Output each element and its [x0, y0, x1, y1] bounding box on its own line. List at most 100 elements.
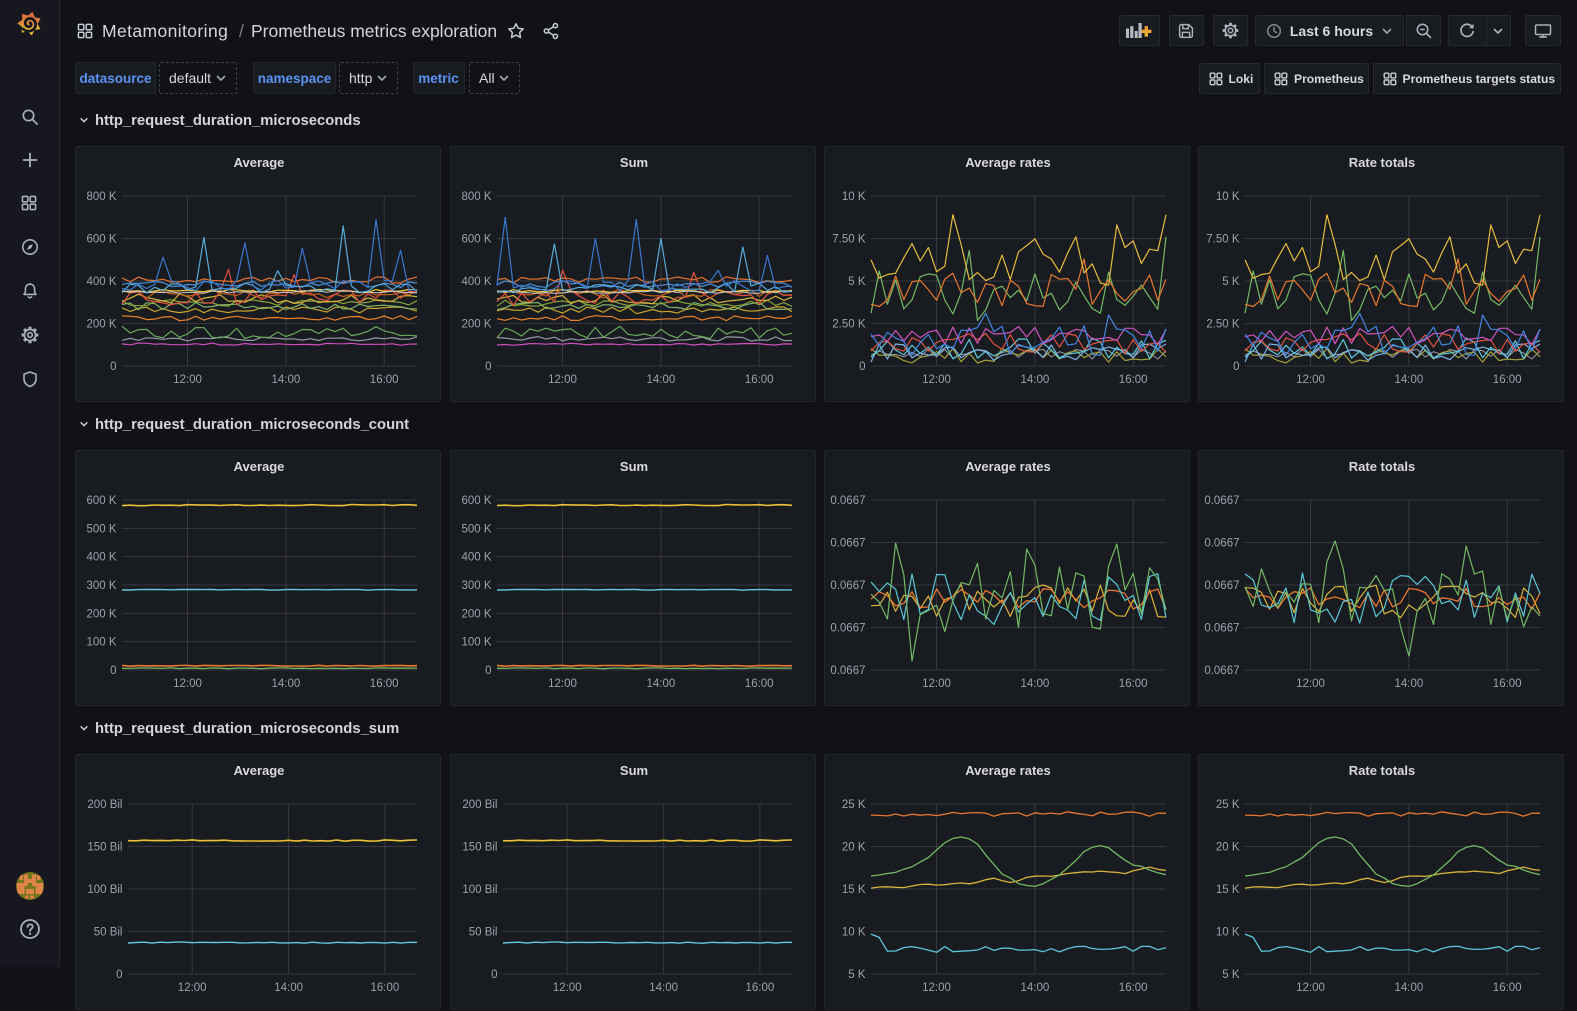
svg-text:5 K: 5 K: [848, 969, 866, 981]
svg-text:12:00: 12:00: [922, 374, 951, 386]
svg-text:600 K: 600 K: [461, 495, 491, 507]
svg-text:12:00: 12:00: [173, 374, 202, 386]
svg-text:14:00: 14:00: [274, 982, 303, 994]
svg-text:14:00: 14:00: [1395, 982, 1424, 994]
svg-text:15 K: 15 K: [842, 884, 866, 896]
svg-text:Average: Average: [234, 459, 285, 474]
svg-text:50 Bil: 50 Bil: [94, 927, 123, 939]
svg-text:16:00: 16:00: [371, 982, 400, 994]
svg-text:14:00: 14:00: [649, 982, 678, 994]
svg-text:150 Bil: 150 Bil: [87, 842, 122, 854]
svg-text:5 K: 5 K: [1222, 276, 1240, 288]
svg-text:0: 0: [1233, 361, 1239, 373]
svg-text:16:00: 16:00: [370, 678, 399, 690]
svg-text:16:00: 16:00: [1119, 678, 1148, 690]
svg-text:0: 0: [116, 969, 122, 981]
svg-text:300 K: 300 K: [461, 580, 491, 592]
svg-text:14:00: 14:00: [1021, 374, 1050, 386]
svg-text:Average: Average: [234, 763, 285, 778]
svg-text:25 K: 25 K: [842, 799, 866, 811]
svg-text:12:00: 12:00: [922, 982, 951, 994]
svg-text:0.0667: 0.0667: [1204, 623, 1239, 635]
svg-text:14:00: 14:00: [1021, 982, 1050, 994]
svg-text:400 K: 400 K: [86, 552, 116, 564]
svg-text:800 K: 800 K: [86, 191, 116, 203]
svg-text:12:00: 12:00: [1296, 374, 1325, 386]
svg-text:500 K: 500 K: [86, 523, 116, 535]
svg-text:200 K: 200 K: [461, 319, 491, 331]
svg-text:14:00: 14:00: [1021, 678, 1050, 690]
svg-text:Rate totals: Rate totals: [1349, 459, 1415, 474]
svg-text:0: 0: [859, 361, 865, 373]
svg-text:10 K: 10 K: [842, 191, 866, 203]
svg-text:100 K: 100 K: [461, 637, 491, 649]
svg-text:16:00: 16:00: [1119, 374, 1148, 386]
svg-text:10 K: 10 K: [1216, 927, 1240, 939]
svg-text:300 K: 300 K: [86, 580, 116, 592]
svg-text:14:00: 14:00: [272, 374, 301, 386]
svg-text:15 K: 15 K: [1216, 884, 1240, 896]
svg-text:2.50 K: 2.50 K: [1206, 319, 1240, 331]
svg-text:200 Bil: 200 Bil: [462, 799, 497, 811]
svg-text:400 K: 400 K: [86, 276, 116, 288]
svg-text:0.0667: 0.0667: [1204, 580, 1239, 592]
svg-text:Sum: Sum: [620, 155, 648, 170]
svg-text:600 K: 600 K: [461, 234, 491, 246]
svg-text:12:00: 12:00: [1296, 982, 1325, 994]
svg-text:14:00: 14:00: [647, 374, 676, 386]
svg-text:0: 0: [485, 665, 491, 677]
svg-text:20 K: 20 K: [1216, 842, 1240, 854]
svg-text:12:00: 12:00: [553, 982, 582, 994]
svg-text:Rate totals: Rate totals: [1349, 763, 1415, 778]
svg-text:16:00: 16:00: [1493, 374, 1522, 386]
svg-text:100 K: 100 K: [86, 637, 116, 649]
svg-text:12:00: 12:00: [548, 374, 577, 386]
svg-text:0.0667: 0.0667: [830, 623, 865, 635]
svg-text:2.50 K: 2.50 K: [832, 319, 866, 331]
svg-text:200 Bil: 200 Bil: [87, 799, 122, 811]
svg-text:0: 0: [491, 969, 497, 981]
svg-text:200 K: 200 K: [86, 319, 116, 331]
svg-text:25 K: 25 K: [1216, 799, 1240, 811]
svg-text:16:00: 16:00: [1493, 982, 1522, 994]
svg-text:0: 0: [485, 361, 491, 373]
svg-text:16:00: 16:00: [746, 982, 775, 994]
svg-text:Average: Average: [234, 155, 285, 170]
svg-text:7.50 K: 7.50 K: [1206, 234, 1240, 246]
svg-text:Sum: Sum: [620, 763, 648, 778]
svg-text:200 K: 200 K: [461, 608, 491, 620]
svg-text:0.0667: 0.0667: [830, 495, 865, 507]
svg-text:14:00: 14:00: [1395, 374, 1424, 386]
svg-text:150 Bil: 150 Bil: [462, 842, 497, 854]
svg-text:0: 0: [110, 665, 116, 677]
svg-text:400 K: 400 K: [461, 276, 491, 288]
svg-text:500 K: 500 K: [461, 523, 491, 535]
svg-text:100 Bil: 100 Bil: [462, 884, 497, 896]
svg-text:600 K: 600 K: [86, 495, 116, 507]
svg-text:12:00: 12:00: [173, 678, 202, 690]
svg-text:16:00: 16:00: [370, 374, 399, 386]
svg-text:20 K: 20 K: [842, 842, 866, 854]
svg-text:14:00: 14:00: [1395, 678, 1424, 690]
svg-text:400 K: 400 K: [461, 552, 491, 564]
svg-text:0.0667: 0.0667: [830, 665, 865, 677]
svg-text:10 K: 10 K: [842, 927, 866, 939]
svg-text:14:00: 14:00: [647, 678, 676, 690]
svg-text:5 K: 5 K: [848, 276, 866, 288]
svg-text:50 Bil: 50 Bil: [469, 927, 498, 939]
svg-text:10 K: 10 K: [1216, 191, 1240, 203]
svg-text:Average rates: Average rates: [965, 459, 1051, 474]
svg-text:Average rates: Average rates: [965, 763, 1051, 778]
svg-text:5 K: 5 K: [1222, 969, 1240, 981]
svg-text:16:00: 16:00: [1493, 678, 1522, 690]
svg-text:16:00: 16:00: [745, 678, 774, 690]
svg-text:14:00: 14:00: [272, 678, 301, 690]
svg-text:12:00: 12:00: [922, 678, 951, 690]
svg-text:0.0667: 0.0667: [1204, 495, 1239, 507]
svg-text:0: 0: [110, 361, 116, 373]
svg-text:800 K: 800 K: [461, 191, 491, 203]
svg-text:16:00: 16:00: [1119, 982, 1148, 994]
svg-text:Sum: Sum: [620, 459, 648, 474]
svg-text:200 K: 200 K: [86, 608, 116, 620]
svg-text:12:00: 12:00: [548, 678, 577, 690]
